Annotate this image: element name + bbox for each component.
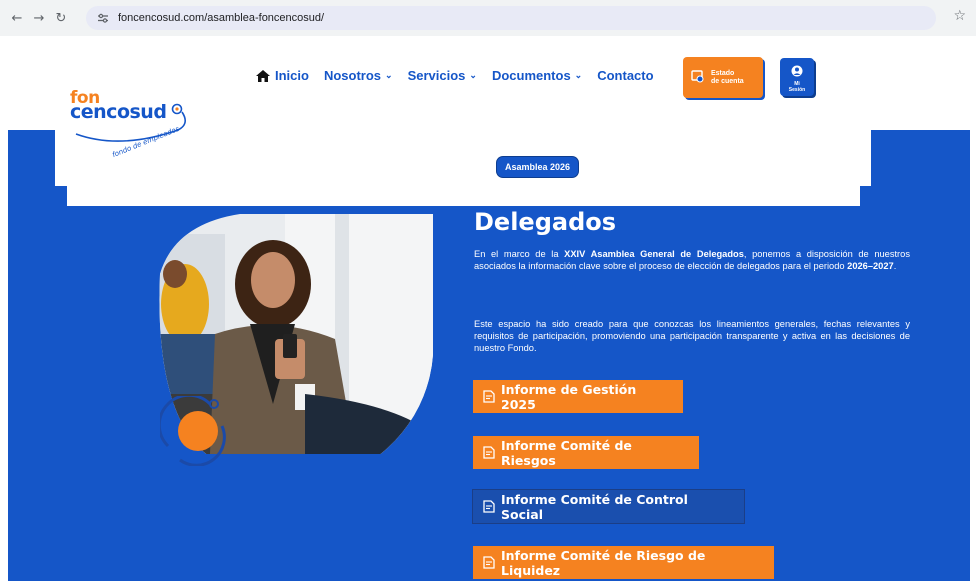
site-logo[interactable]: fon cencosud fondo de empleados bbox=[70, 88, 200, 166]
bookmark-star-icon[interactable]: ☆ bbox=[953, 8, 966, 24]
mi-sesion-button[interactable]: Mi Sesión bbox=[780, 58, 814, 96]
nav-nosotros[interactable]: Nosotros ⌄ bbox=[324, 68, 393, 83]
back-icon[interactable]: ← bbox=[6, 7, 28, 29]
nav-servicios[interactable]: Servicios ⌄ bbox=[408, 68, 477, 83]
informe-control-social-label: Informe Comité de Control Social bbox=[501, 491, 688, 522]
nav-contacto[interactable]: Contacto bbox=[597, 68, 653, 83]
informe-riesgos-button[interactable]: Informe Comité de Riesgos bbox=[473, 436, 699, 469]
hero-title: Delegados bbox=[474, 208, 617, 236]
nav-inicio[interactable]: Inicio bbox=[256, 68, 309, 83]
description-paragraph: Este espacio ha sido creado para que con… bbox=[474, 319, 910, 353]
intro-text-3: . bbox=[893, 261, 897, 271]
informe-riesgo-liquidez-button[interactable]: Informe Comité de Riesgo de Liquidez bbox=[473, 546, 774, 579]
home-icon bbox=[256, 69, 270, 82]
account-statement-icon bbox=[691, 68, 705, 87]
user-icon bbox=[791, 62, 803, 81]
estado-line1: Estado bbox=[711, 69, 735, 77]
informe-riesgos-label: Informe Comité de Riesgos bbox=[501, 437, 632, 468]
chevron-down-icon: ⌄ bbox=[385, 70, 393, 80]
informe-control-social-button[interactable]: Informe Comité de Control Social bbox=[473, 490, 744, 523]
document-icon bbox=[483, 390, 495, 403]
informe-gestion-label: Informe de Gestión 2025 bbox=[501, 381, 637, 412]
hero-heading-clipped: Elección de Delegados bbox=[474, 194, 813, 206]
document-icon bbox=[483, 500, 495, 513]
browser-toolbar: ← → ↻ foncencosud.com/asamblea-foncencos… bbox=[0, 0, 976, 36]
main-nav: Inicio Nosotros ⌄ Servicios ⌄ Documentos… bbox=[256, 68, 669, 83]
intro-bold-assembly: XXIV Asamblea General de Delegados bbox=[564, 249, 744, 259]
nav-inicio-label: Inicio bbox=[275, 68, 309, 83]
document-icon bbox=[483, 446, 495, 459]
asamblea-2026-pill[interactable]: Asamblea 2026 bbox=[497, 157, 578, 177]
estado-line2: de cuenta bbox=[711, 77, 744, 85]
site-settings-icon[interactable] bbox=[96, 11, 110, 25]
chevron-down-icon: ⌄ bbox=[469, 70, 477, 80]
nav-nosotros-label: Nosotros bbox=[323, 68, 382, 83]
intro-text-1: En el marco de la bbox=[474, 249, 565, 259]
nav-documentos-label: Documentos bbox=[491, 68, 571, 83]
logo-cencosud: cencosud bbox=[70, 101, 167, 123]
address-bar[interactable]: foncencosud.com/asamblea-foncencosud/ bbox=[86, 6, 936, 30]
nav-servicios-label: Servicios bbox=[407, 68, 466, 83]
sesion-line2: Sesión bbox=[788, 86, 806, 93]
document-icon bbox=[483, 556, 495, 569]
informe-riesgo-liquidez-label: Informe Comité de Riesgo de Liquidez bbox=[501, 547, 706, 578]
estado-de-cuenta-button[interactable]: Estado de cuenta bbox=[683, 57, 763, 98]
url-text: foncencosud.com/asamblea-foncencosud/ bbox=[118, 12, 325, 24]
nav-contacto-label: Contacto bbox=[597, 68, 654, 83]
intro-paragraph: En el marco de la XXIV Asamblea General … bbox=[474, 248, 910, 272]
reload-icon[interactable]: ↻ bbox=[50, 7, 72, 29]
forward-icon[interactable]: → bbox=[28, 7, 50, 29]
page: fon cencosud fondo de empleados Inicio N… bbox=[0, 36, 976, 581]
chevron-down-icon: ⌄ bbox=[574, 70, 583, 80]
nav-documentos[interactable]: Documentos ⌄ bbox=[492, 68, 582, 83]
decorative-ring bbox=[157, 393, 230, 467]
intro-bold-period: 2026–2027 bbox=[847, 261, 894, 271]
informe-gestion-button[interactable]: Informe de Gestión 2025 bbox=[473, 380, 683, 413]
